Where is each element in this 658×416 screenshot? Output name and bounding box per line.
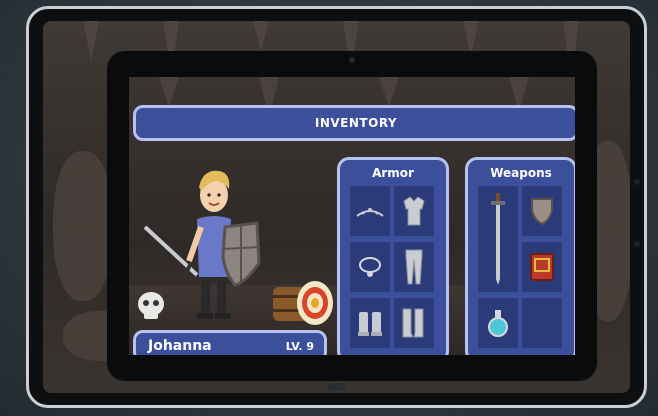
sword-icon (491, 193, 505, 285)
armor-slot-legs[interactable] (394, 242, 434, 292)
necklace-icon (359, 257, 381, 277)
tablet-screen: INVENTORY Johanna LV. 9 Armor Weapons (43, 21, 630, 393)
weapon-slot-empty[interactable] (522, 298, 562, 348)
tablet-frame: INVENTORY Johanna LV. 9 Armor Weapons (26, 6, 647, 408)
weapons-panel: Weapons (465, 157, 575, 355)
boots-icon (402, 308, 424, 338)
spellbook-icon (530, 253, 554, 281)
armor-slot-chest[interactable] (394, 186, 434, 236)
side-sensor (634, 179, 640, 185)
armor-slot-necklace[interactable] (350, 242, 390, 292)
character-level: LV. 9 (285, 340, 314, 353)
gauntlets-icon (358, 312, 382, 336)
armor-slot-tiara[interactable] (350, 186, 390, 236)
armor-panel: Armor (337, 157, 449, 355)
weapon-slot-spellbook[interactable] (522, 242, 562, 292)
chest-armor-icon (403, 196, 425, 226)
inventory-title: INVENTORY (314, 116, 398, 130)
side-sensor (634, 241, 640, 247)
game-monitor: INVENTORY Johanna LV. 9 Armor Weapons (107, 51, 597, 381)
armor-title: Armor (372, 166, 414, 180)
character-name: Johanna (148, 338, 212, 354)
inventory-header: INVENTORY (133, 105, 575, 141)
character-name-bar: Johanna LV. 9 (133, 330, 327, 355)
skull-icon (138, 292, 164, 319)
weapon-slot-shield[interactable] (522, 186, 562, 236)
armor-slot-gauntlets[interactable] (350, 298, 390, 348)
potion-icon (488, 310, 508, 337)
camera-dot (349, 57, 355, 63)
weapon-slot-potion[interactable] (478, 298, 518, 348)
shield-icon (531, 198, 553, 226)
game-screen: INVENTORY Johanna LV. 9 Armor Weapons (129, 77, 575, 355)
home-button[interactable] (327, 383, 346, 391)
barrel-target-icon (273, 281, 333, 325)
weapons-title: Weapons (490, 166, 552, 180)
leg-armor-icon (405, 249, 423, 285)
armor-slot-boots[interactable] (394, 298, 434, 348)
game-scene: INVENTORY Johanna LV. 9 Armor Weapons (0, 0, 658, 416)
tiara-icon (356, 208, 384, 217)
weapon-slot-sword[interactable] (478, 186, 518, 292)
